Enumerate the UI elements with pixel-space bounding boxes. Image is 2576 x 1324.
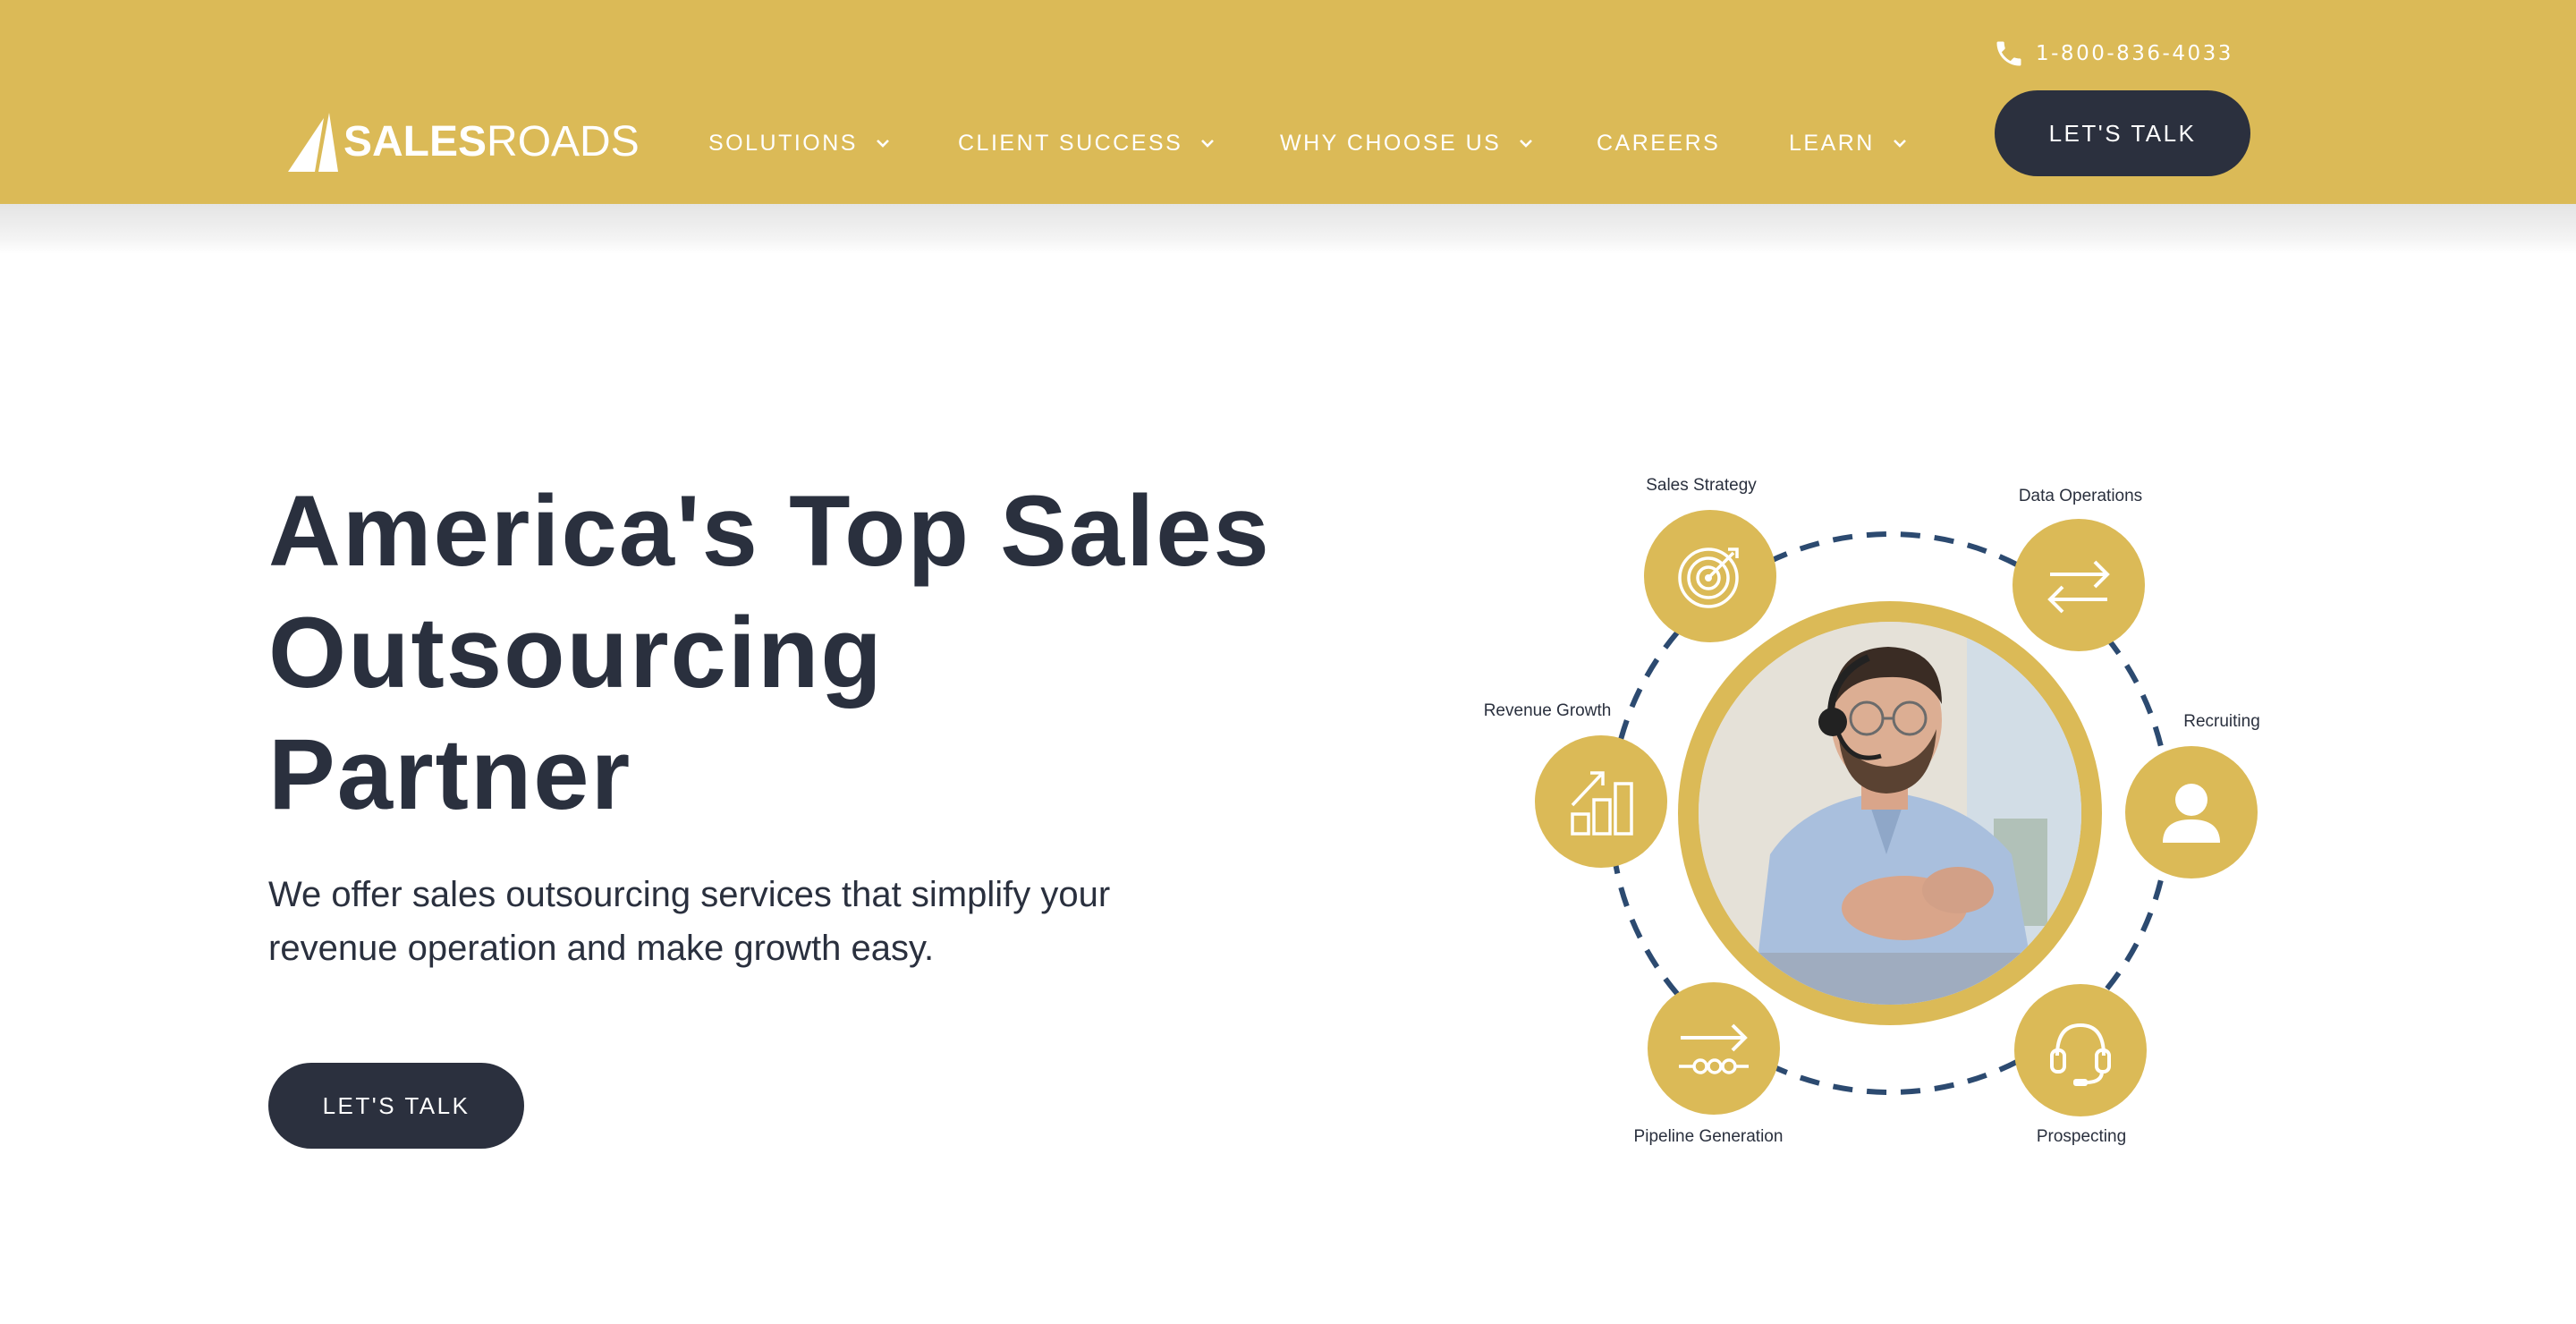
lets-talk-header-button[interactable]: LET'S TALK (1995, 90, 2250, 176)
services-diagram: Sales Strategy Data Operations Recruitin… (1449, 447, 2343, 1190)
sail-logo-icon (288, 113, 338, 172)
chevron-down-icon (1520, 140, 1533, 148)
person-icon (2163, 784, 2220, 843)
hero-title-line: Partner (268, 718, 632, 830)
nav-item-label: CLIENT SUCCESS (958, 130, 1183, 156)
nav-item-solutions[interactable]: SOLUTIONS (708, 125, 890, 161)
swap-arrows-icon (2047, 560, 2110, 614)
service-label: Revenue Growth (1483, 701, 1612, 720)
hero-subtitle-line: revenue operation and make growth easy. (268, 929, 935, 968)
site-header: SALES ROADS SOLUTIONS CLIENT SUCCESS WHY … (0, 0, 2576, 204)
salesroads-logo[interactable]: SALES ROADS (288, 113, 640, 172)
hero-title-line: Outsourcing (268, 597, 884, 709)
service-label: Sales Strategy (1646, 476, 1757, 495)
pipeline-generation-badge[interactable] (1648, 982, 1780, 1115)
hero-subtitle: We offer sales outsourcing services that… (268, 868, 1234, 975)
service-label: Pipeline Generation (1633, 1127, 1784, 1146)
service-label: Prospecting (2036, 1127, 2127, 1146)
prospecting-badge[interactable] (2014, 984, 2147, 1116)
chevron-down-icon (1893, 140, 1906, 148)
service-label: Recruiting (2183, 712, 2260, 731)
phone-number: 1-800-836-4033 (2036, 42, 2233, 65)
logo-text-light: ROADS (487, 118, 640, 166)
data-operations-badge[interactable] (2012, 519, 2145, 651)
sales-strategy-badge[interactable] (1644, 510, 1776, 642)
chevron-down-icon (877, 140, 889, 148)
service-label: Data Operations (2018, 487, 2143, 505)
nav-item-why-choose-us[interactable]: WHY CHOOSE US (1280, 125, 1533, 161)
headset-icon (2050, 1023, 2111, 1086)
chevron-down-icon (1201, 140, 1215, 148)
target-icon (1678, 547, 1739, 608)
hero-title: America's Top Sales Outsourcing Partner (268, 471, 1342, 836)
header-shadow (0, 204, 2576, 254)
nav-item-label: WHY CHOOSE US (1280, 130, 1502, 156)
phone-icon (1996, 41, 2021, 66)
nav-item-label: LEARN (1789, 130, 1875, 156)
logo-text-bold: SALES (343, 118, 487, 166)
hero-subtitle-line: We offer sales outsourcing services that… (268, 875, 1111, 914)
lets-talk-hero-button[interactable]: LET'S TALK (268, 1063, 524, 1149)
nav-item-learn[interactable]: LEARN (1789, 125, 1907, 161)
nav-item-label: CAREERS (1597, 130, 1721, 156)
nav-item-label: SOLUTIONS (708, 130, 858, 156)
phone-link[interactable]: 1-800-836-4033 (1993, 36, 2233, 72)
nav-item-careers[interactable]: CAREERS (1597, 125, 1720, 161)
sales-rep-photo (1699, 622, 2081, 1005)
revenue-growth-badge[interactable] (1535, 735, 1667, 868)
sales-rep-illustration (1699, 622, 2081, 1005)
nav-item-client-success[interactable]: CLIENT SUCCESS (958, 125, 1215, 161)
hero-title-line: America's Top Sales (268, 475, 1271, 587)
growth-chart-icon (1571, 771, 1633, 836)
recruiting-badge[interactable] (2125, 746, 2258, 878)
pipeline-arrow-icon (1679, 1023, 1749, 1074)
